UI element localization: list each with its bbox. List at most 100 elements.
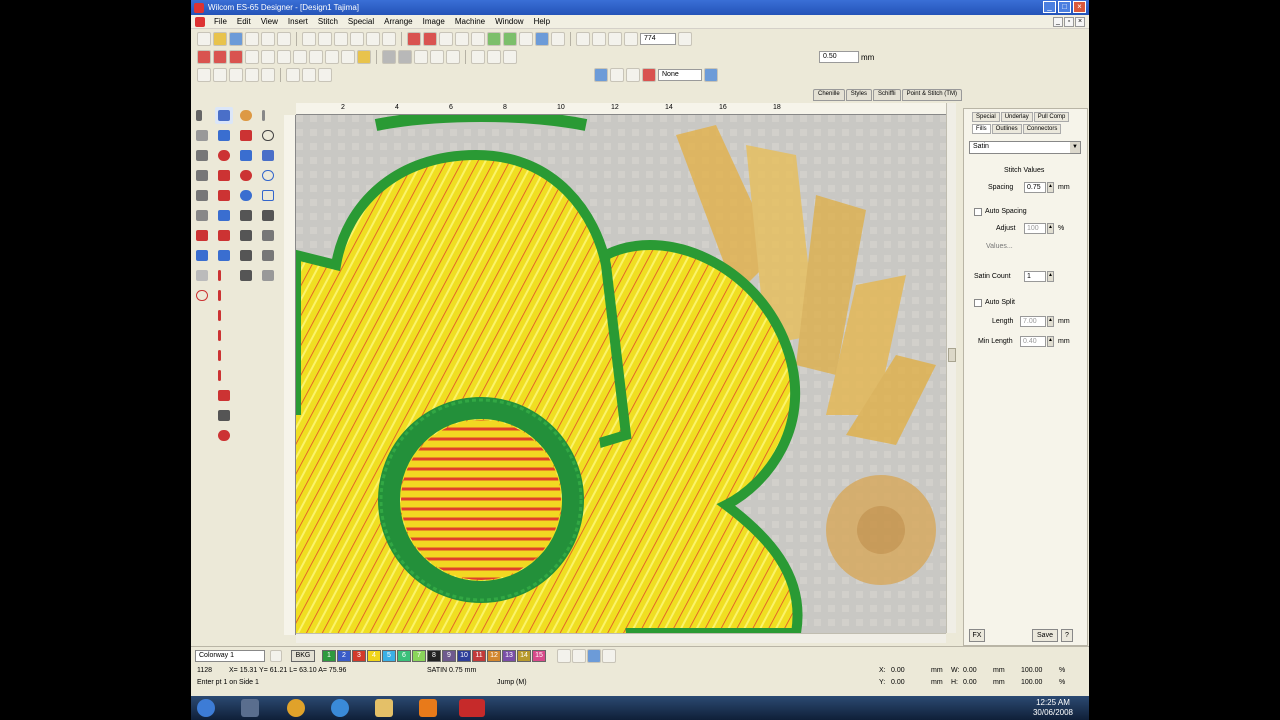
zoom-out-icon[interactable] [624, 32, 638, 46]
length-spinner[interactable]: ▲ [1047, 316, 1054, 327]
chevron-down-icon[interactable]: ▼ [1070, 142, 1080, 153]
order-icon[interactable] [318, 68, 332, 82]
radial-fill-icon[interactable] [277, 50, 291, 64]
vertical-scroll-thumb[interactable] [948, 348, 956, 362]
reshape-icon[interactable] [407, 32, 421, 46]
branch-icon[interactable] [610, 68, 624, 82]
colorway-palette-icon[interactable] [270, 649, 282, 662]
color-swatch[interactable]: 12 [487, 649, 501, 662]
document-icon[interactable] [195, 16, 205, 27]
distribute-icon[interactable] [398, 50, 412, 64]
menu-edit[interactable]: Edit [232, 17, 256, 26]
wilcom-app-icon[interactable] [194, 2, 204, 13]
show-image-icon[interactable] [487, 32, 501, 46]
satin-icon[interactable] [213, 50, 227, 64]
zoom-tool-icon[interactable] [193, 287, 211, 304]
color-picker-icon[interactable] [704, 68, 718, 82]
color-swatch[interactable]: 9 [442, 649, 456, 662]
blackwork-icon[interactable] [259, 247, 277, 264]
applique-tool-icon[interactable] [237, 167, 255, 184]
applique-icon[interactable] [357, 50, 371, 64]
symbol-icon[interactable] [193, 267, 211, 284]
grid-icon[interactable] [471, 32, 485, 46]
print-preview-icon[interactable] [261, 32, 275, 46]
select-icon[interactable] [455, 32, 469, 46]
system-clock[interactable]: 12:25 AM 30/06/2008 [1033, 698, 1073, 718]
adjust-spinner[interactable]: ▲ [1047, 223, 1054, 234]
tab-schiffli[interactable]: Schiffli [873, 89, 901, 101]
color-settings-icon[interactable] [602, 648, 616, 663]
digitize-icon[interactable] [259, 147, 277, 164]
mdi-restore-button[interactable]: ▫ [1064, 16, 1074, 27]
manual-stitch-icon[interactable] [259, 107, 277, 124]
polyline-icon[interactable] [193, 127, 211, 144]
min-length-spinner[interactable]: ▲ [1047, 336, 1054, 347]
stemstitch-icon[interactable] [341, 50, 355, 64]
realistic-view-icon[interactable] [535, 32, 549, 46]
fill-type-icon[interactable] [197, 50, 211, 64]
vlc-icon[interactable] [419, 699, 437, 717]
color-swatch[interactable]: 10 [457, 649, 471, 662]
color-swatch[interactable]: 15 [532, 649, 546, 662]
scale-icon[interactable] [213, 68, 227, 82]
triple-run-icon[interactable] [309, 50, 323, 64]
menu-arrange[interactable]: Arrange [379, 17, 417, 26]
tab-underlay[interactable]: Underlay [1000, 112, 1033, 122]
frame-out-icon[interactable] [215, 387, 233, 404]
maximize-button[interactable]: □ [1058, 1, 1071, 13]
color-swatch[interactable]: 8 [427, 649, 441, 662]
file-explorer-icon[interactable] [375, 699, 393, 717]
color-swatch[interactable]: 4 [367, 649, 381, 662]
copy-icon[interactable] [318, 32, 332, 46]
mdi-minimize-button[interactable]: _ [1053, 16, 1063, 27]
radial-tool-icon[interactable] [237, 187, 255, 204]
color-swatch[interactable]: 7 [412, 649, 426, 662]
team-names-icon[interactable] [215, 227, 233, 244]
new-file-icon[interactable] [197, 32, 211, 46]
jump-icon[interactable] [215, 287, 233, 304]
vertical-scrollbar[interactable] [946, 103, 956, 633]
measure-icon[interactable] [576, 32, 590, 46]
lettering-icon[interactable] [215, 207, 233, 224]
auto-split-checkbox[interactable] [974, 299, 982, 307]
ungroup-icon[interactable] [430, 50, 444, 64]
align-icon[interactable] [382, 50, 396, 64]
horizontal-scrollbar[interactable] [296, 633, 946, 643]
magic-wand-icon[interactable] [193, 147, 211, 164]
start-orb-icon[interactable] [197, 699, 215, 717]
menu-stitch[interactable]: Stitch [313, 17, 343, 26]
menu-machine[interactable]: Machine [450, 17, 490, 26]
rectangle-icon[interactable] [259, 187, 277, 204]
tab-point-and-stitch[interactable]: Point & Stitch (TM) [901, 89, 962, 101]
tie-in-icon[interactable] [215, 327, 233, 344]
turning-satin-icon[interactable] [215, 167, 233, 184]
background-swatch[interactable]: BKG [291, 649, 315, 662]
menu-view[interactable]: View [256, 17, 283, 26]
skew-icon[interactable] [229, 68, 243, 82]
cross-stitch-icon[interactable] [193, 247, 211, 264]
mark-icon[interactable] [237, 267, 255, 284]
paste-icon[interactable] [334, 32, 348, 46]
color-swatch[interactable]: 6 [397, 649, 411, 662]
outline-icon[interactable] [193, 207, 211, 224]
start-point-icon[interactable] [626, 68, 640, 82]
internet-explorer-icon[interactable] [331, 699, 349, 717]
adjust-input[interactable]: 100 [1024, 223, 1046, 234]
close-button[interactable]: × [1073, 1, 1086, 13]
media-player-icon[interactable] [241, 699, 259, 717]
columns-icon[interactable] [259, 227, 277, 244]
remove-overlap-icon[interactable] [642, 68, 656, 82]
ellipse-icon[interactable] [259, 167, 277, 184]
needle-icon[interactable] [215, 407, 233, 424]
satin-count-input[interactable]: 1 [1024, 271, 1046, 282]
color-swatch[interactable]: 11 [472, 649, 486, 662]
tie-off-icon[interactable] [215, 347, 233, 364]
pen-icon[interactable] [423, 32, 437, 46]
width-icon[interactable] [245, 68, 259, 82]
color-swatch[interactable]: 2 [337, 649, 351, 662]
chrome-icon[interactable] [287, 699, 305, 717]
mirror-v-icon[interactable] [487, 50, 501, 64]
length-input[interactable]: 7.00 [1020, 316, 1046, 327]
stitch-angle-icon[interactable] [193, 167, 211, 184]
menu-insert[interactable]: Insert [283, 17, 313, 26]
